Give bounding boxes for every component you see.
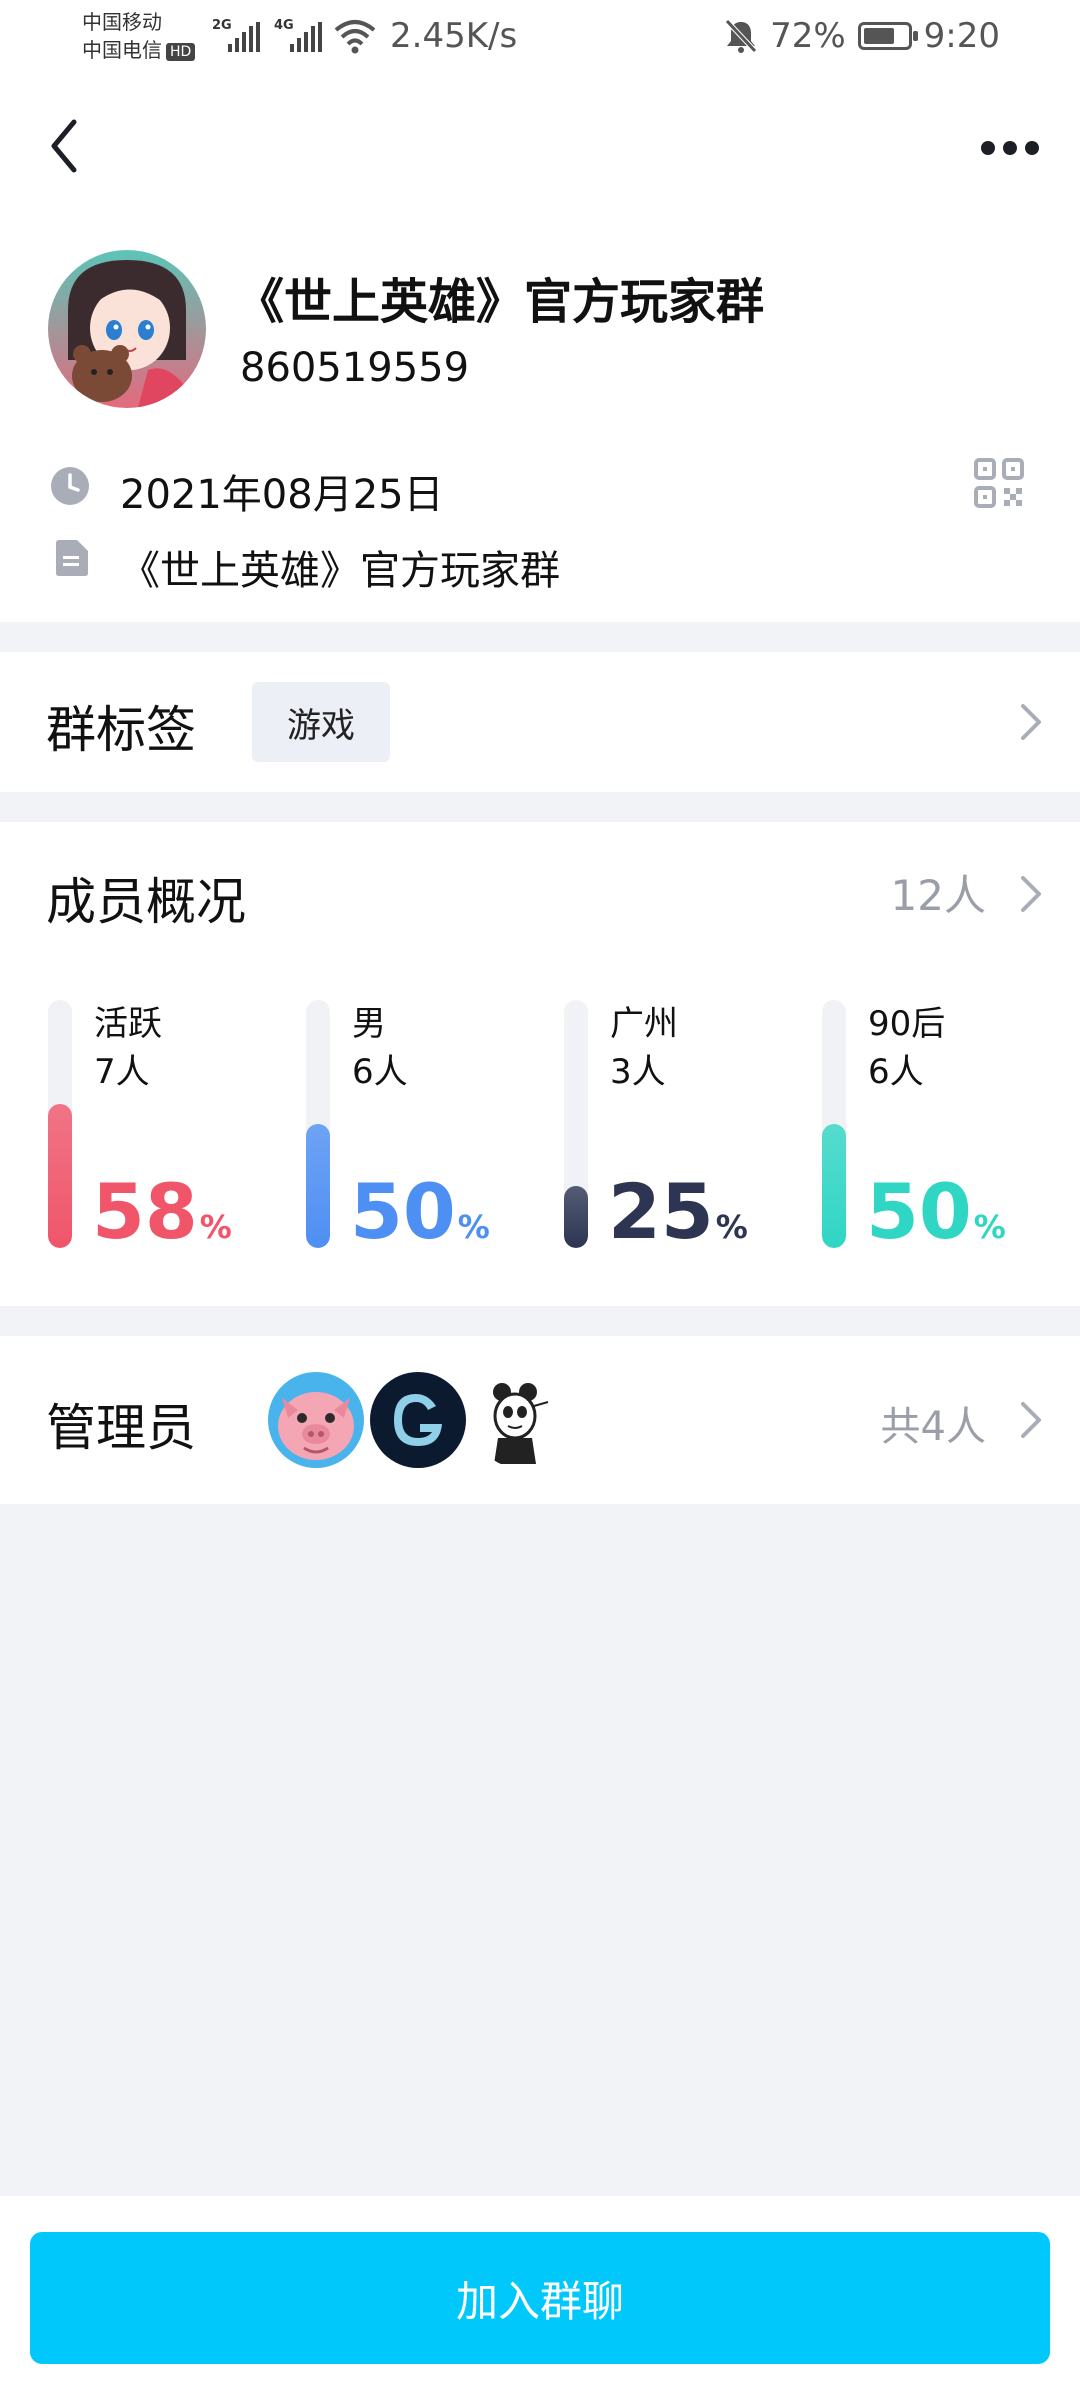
join-group-button[interactable]: 加入群聊 [30, 2232, 1050, 2364]
stat-bar-fill [564, 1186, 588, 1248]
battery-icon [857, 22, 918, 50]
bottom-bar: 加入群聊 [0, 2196, 1080, 2400]
carrier-1: 中国移动 [82, 10, 162, 34]
stat-count: 6人 [352, 1052, 408, 1092]
tag-chip: 游戏 [252, 682, 390, 762]
carrier-2: 中国电信 [82, 38, 162, 62]
admin-avatar[interactable] [472, 1372, 568, 1468]
admin-count: 共4人 [880, 1404, 986, 1450]
group-avatar[interactable] [48, 250, 206, 408]
stat-bar-track [822, 1000, 846, 1248]
group-name: 《世上英雄》官方玩家群 [236, 274, 765, 330]
more-dot-icon [981, 141, 995, 155]
carrier-info: 中国移动 中国电信 HD [82, 8, 196, 64]
hd-badge: HD [166, 42, 196, 61]
group-tags-row[interactable]: 群标签 游戏 [0, 652, 1080, 792]
group-tags-title: 群标签 [46, 701, 196, 759]
document-icon [56, 540, 88, 576]
chevron-right-icon [1021, 876, 1041, 912]
stat-label: 广州 [610, 1004, 678, 1044]
wifi-icon [334, 20, 376, 54]
admin-avatar[interactable] [370, 1372, 466, 1468]
back-button[interactable] [40, 110, 100, 180]
g-logo-avatar-image [370, 1372, 466, 1468]
member-overview[interactable]: 成员概况 12人 活跃 7人 58% 男 6人 50% 广州 3人 25% 90… [0, 822, 1080, 1306]
stat-bar-track [564, 1000, 588, 1248]
status-right: 72% 9:20 [724, 16, 1000, 56]
stat-count: 6人 [868, 1052, 924, 1092]
stat-active: 活跃 7人 58% [48, 1000, 288, 1254]
battery-percent: 72% [770, 16, 846, 56]
stat-bar-fill [48, 1104, 72, 1248]
stat-city: 广州 3人 25% [564, 1000, 804, 1254]
mute-bell-icon [725, 19, 757, 53]
stat-count: 7人 [94, 1052, 150, 1092]
more-dot-icon [1003, 141, 1017, 155]
clock-time: 9:20 [923, 16, 1000, 56]
member-overview-title: 成员概况 [46, 873, 246, 931]
stat-bar-track [48, 1000, 72, 1248]
stat-male: 男 6人 50% [306, 1000, 546, 1254]
stat-bar-fill [822, 1124, 846, 1248]
stat-label: 活跃 [94, 1004, 162, 1044]
stat-label: 男 [352, 1004, 386, 1044]
chevron-right-icon [1021, 704, 1041, 740]
status-bar: 中国移动 中国电信 HD 2G 4G 2.45K/s 72% 9:20 [0, 0, 1080, 80]
chevron-left-icon [51, 119, 77, 173]
stat-percent: 58% [92, 1167, 232, 1256]
admins-row[interactable]: 管理员 共4人 [0, 1336, 1080, 1504]
member-count: 12人 [890, 871, 986, 920]
stat-percent: 50% [350, 1167, 490, 1256]
stat-bar-fill [306, 1124, 330, 1248]
panda-sketch-avatar-image [472, 1372, 568, 1468]
network-speed: 2.45K/s [390, 16, 518, 56]
clock-icon [51, 467, 89, 505]
group-id: 860519559 [240, 345, 470, 391]
stat-label: 90后 [868, 1004, 946, 1044]
stat-percent: 50% [866, 1167, 1006, 1256]
created-date: 2021年08月25日 [120, 472, 444, 518]
stat-bar-track [306, 1000, 330, 1248]
more-dot-icon [1025, 141, 1039, 155]
stat-count: 3人 [610, 1052, 666, 1092]
admin-avatar[interactable] [268, 1372, 364, 1468]
stat-percent: 25% [608, 1167, 748, 1256]
admins-title: 管理员 [46, 1399, 196, 1457]
stat-age-90s: 90后 6人 50% [822, 1000, 1062, 1254]
chevron-right-icon [1021, 1402, 1041, 1438]
pig-avatar-image [268, 1372, 364, 1468]
anime-girl-avatar-image [48, 250, 206, 408]
qr-code-icon[interactable] [974, 458, 1024, 508]
more-options-button[interactable] [970, 118, 1050, 178]
group-description: 《世上英雄》官方玩家群 [120, 548, 560, 594]
